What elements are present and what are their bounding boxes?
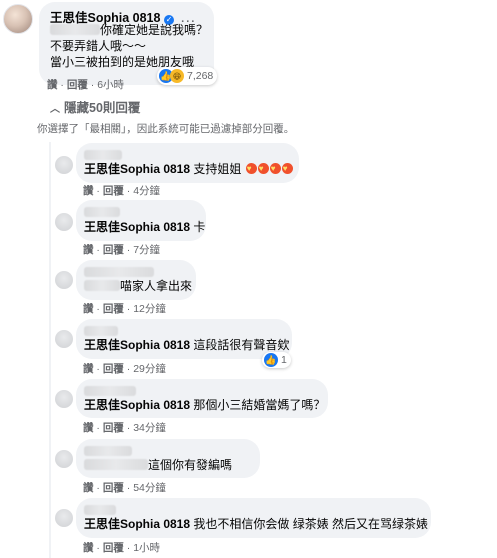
avatar[interactable] (55, 330, 73, 348)
heart-eyes-icon (269, 161, 281, 176)
reply-button[interactable]: 回覆 (103, 244, 124, 256)
like-button[interactable]: 讚 (47, 79, 58, 91)
comment-text: 卡 (193, 220, 206, 234)
like-button[interactable]: 讚 (83, 363, 94, 375)
timestamp[interactable]: 7分鐘 (133, 244, 160, 256)
comment-bubble: 王思佳Sophia 0818 我也不相信你会做 绿茶婊 然后又在骂绿茶婊 (76, 498, 431, 538)
mention-link[interactable]: 王思佳Sophia 0818 (84, 338, 190, 352)
redacted-mention (50, 24, 100, 35)
like-button[interactable]: 讚 (83, 482, 94, 494)
comment-bubble: 王思佳Sophia 0818 那個小三結婚當媽了嗎？ (76, 379, 328, 418)
avatar[interactable] (55, 156, 73, 174)
timestamp[interactable]: 54分鐘 (133, 482, 166, 494)
redacted-name (84, 446, 132, 456)
comment-line: 你確定她是說我嗎？ (100, 23, 209, 37)
reply-button[interactable]: 回覆 (67, 79, 88, 91)
avatar[interactable] (55, 390, 73, 408)
comment-bubble: 王思佳Sophia 0818 支持姐姐 (76, 143, 299, 183)
heart-eyes-icon (281, 161, 293, 176)
avatar[interactable] (55, 271, 73, 289)
redacted-name (84, 505, 116, 515)
mention-link[interactable]: 王思佳Sophia 0818 (84, 517, 190, 531)
like-button[interactable]: 讚 (83, 244, 94, 256)
avatar[interactable] (55, 509, 73, 527)
redacted-name (84, 150, 122, 160)
like-button[interactable]: 讚 (83, 422, 94, 434)
reply-button[interactable]: 回覆 (103, 303, 124, 315)
reply-button[interactable]: 回覆 (103, 422, 124, 434)
avatar[interactable] (3, 4, 33, 34)
thread-line (49, 142, 51, 558)
like-button[interactable]: 讚 (83, 185, 94, 197)
like-button[interactable]: 讚 (83, 303, 94, 315)
reply-button[interactable]: 回覆 (103, 363, 124, 375)
reaction-badge[interactable]: 👍 1 (262, 352, 291, 368)
redacted-name (84, 267, 154, 277)
heart-eyes-icon (257, 161, 269, 176)
redacted-name (84, 326, 118, 336)
timestamp[interactable]: 12分鐘 (133, 303, 166, 315)
timestamp[interactable]: 29分鐘 (133, 363, 166, 375)
comment-bubble: 這個你有發編嗎 (76, 439, 260, 478)
comment-text: 喵家人拿出來 (120, 279, 193, 293)
comment-bubble: 王思佳Sophia 0818 這段話很有聲音欸 (76, 319, 292, 359)
like-icon: 👍 (264, 353, 278, 367)
reply-button[interactable]: 回覆 (103, 482, 124, 494)
redacted-name (84, 386, 136, 396)
filter-notice: 你選擇了「最相關」，因此系統可能已過濾掉部分回覆。 (37, 123, 295, 135)
hide-replies-button[interactable]: ︿ 隱藏50則回覆 (50, 97, 140, 116)
comment-text: 這段話很有聲音欸 (193, 338, 290, 352)
reaction-badge[interactable]: 👍 😆 7,268 (157, 67, 218, 85)
haha-icon: 😆 (170, 69, 184, 83)
redacted-mention (84, 459, 148, 470)
avatar[interactable] (55, 450, 73, 468)
comment-text: 這個你有發編嗎 (148, 458, 233, 472)
like-button[interactable]: 讚 (83, 542, 94, 554)
comment-text: 支持姐姐 (193, 162, 242, 176)
reply-button[interactable]: 回覆 (103, 542, 124, 554)
comment-bubble: 王思佳Sophia 0818 卡 (76, 200, 206, 241)
reply-button[interactable]: 回覆 (103, 185, 124, 197)
timestamp[interactable]: 4分鐘 (133, 185, 160, 197)
heart-eyes-icon (245, 161, 257, 176)
comment-text: 那個小三結婚當媽了嗎？ (193, 398, 326, 412)
chevron-up-icon: ︿ (50, 104, 60, 115)
mention-link[interactable]: 王思佳Sophia 0818 (84, 398, 190, 412)
reaction-count: 1 (281, 354, 287, 366)
timestamp[interactable]: 34分鐘 (133, 422, 166, 434)
redacted-name (84, 207, 120, 217)
reaction-count: 7,268 (187, 70, 214, 82)
avatar[interactable] (55, 213, 73, 231)
mention-link[interactable]: 王思佳Sophia 0818 (84, 220, 190, 234)
timestamp[interactable]: 1小時 (133, 542, 160, 554)
redacted-mention (84, 280, 120, 291)
comment-text: 我也不相信你会做 绿茶婊 然后又在骂绿茶婊 (193, 517, 429, 531)
mention-link[interactable]: 王思佳Sophia 0818 (84, 162, 190, 176)
comment-line: 不要弄錯人哦～～ (50, 39, 147, 53)
comment-bubble: 喵家人拿出來 (76, 260, 196, 300)
timestamp[interactable]: 6小時 (97, 79, 124, 91)
